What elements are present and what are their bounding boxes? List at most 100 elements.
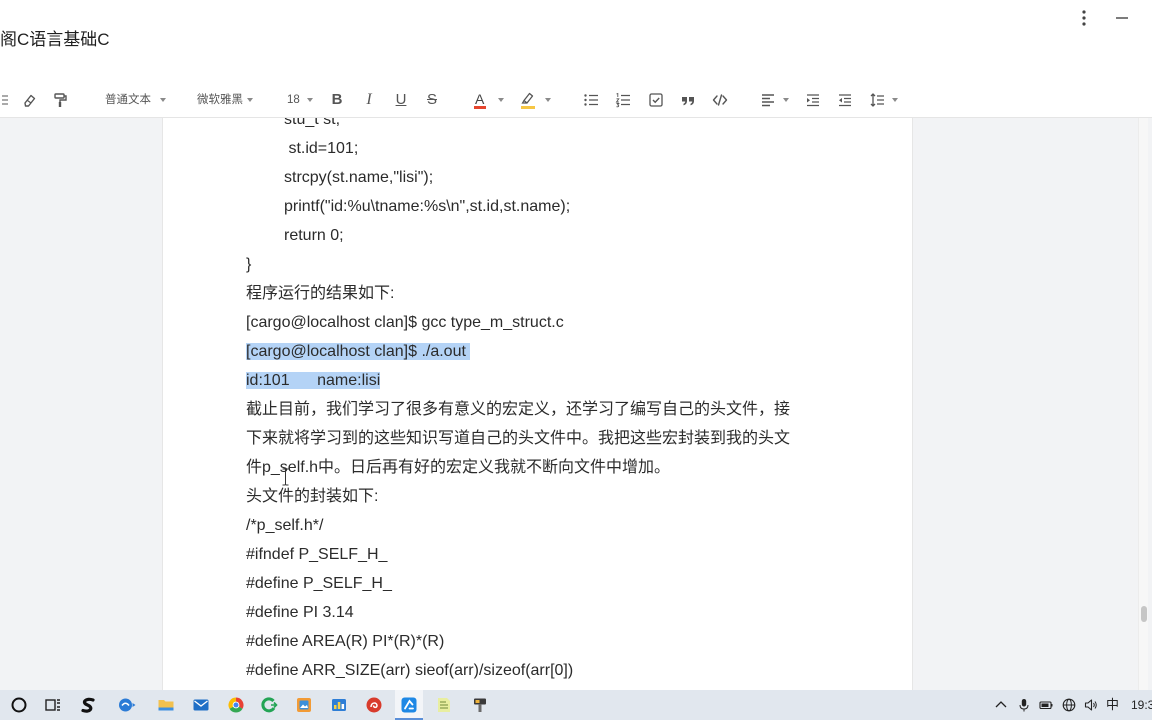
paragraph-line[interactable]: #define PI 3.14 (246, 598, 886, 627)
selected-text: id:101 name:lisi (246, 372, 381, 389)
s-app-icon[interactable] (77, 694, 99, 716)
highlighter-icon (520, 91, 536, 109)
microphone-icon[interactable] (1017, 698, 1031, 712)
taskbar: 中 19:3 (0, 690, 1152, 720)
code-icon[interactable] (708, 88, 732, 112)
line-spacing-icon[interactable] (865, 88, 889, 112)
paragraph-line[interactable]: #define AREA(R) PI*(R)*(R) (246, 627, 886, 656)
file-explorer-icon[interactable] (155, 694, 177, 716)
paragraph-line[interactable]: #define ARR_SIZE(arr) sieof(arr)/sizeof(… (246, 656, 886, 685)
indent-icon[interactable] (801, 88, 825, 112)
taskbar-clock[interactable]: 19:3 (1131, 698, 1152, 713)
list-icon[interactable] (0, 88, 12, 112)
line-text: /*p_self.h*/ (246, 517, 324, 534)
paragraph-line[interactable]: printf("id:%u\tname:%s\n",st.id,st.name)… (246, 192, 886, 221)
line-text: #define AREA(R) PI*(R)*(R) (246, 633, 445, 650)
paragraph-line[interactable]: 下来就将学习到的这些知识写道自己的头文件中。我把这些宏封装到我的头文 (246, 424, 886, 453)
line-text: printf("id:%u\tname:%s\n",st.id,st.name)… (284, 198, 571, 215)
chevron-down-icon (160, 98, 166, 102)
outdent-icon[interactable] (833, 88, 857, 112)
italic-icon: I (366, 91, 372, 108)
line-text: #define P_SELF_H_ (246, 575, 392, 592)
font-color-chevron-down-icon[interactable] (498, 98, 504, 102)
minimize-icon[interactable] (1114, 8, 1130, 28)
browser-icon[interactable] (116, 694, 138, 716)
paragraph-line[interactable]: 截止目前，我们学习了很多有意义的宏定义，还学习了编写自己的头文件，接 (246, 395, 886, 424)
paragraph-line[interactable]: return 0; (246, 221, 886, 250)
document-page[interactable]: stu_t st; st.id=101; strcpy(st.name,"lis… (162, 118, 913, 690)
font-color-button[interactable]: A (468, 88, 492, 112)
mail-icon[interactable] (190, 694, 212, 716)
quote-icon[interactable] (676, 88, 700, 112)
format-painter-icon[interactable] (48, 88, 72, 112)
ime-indicator[interactable]: 中 (1106, 697, 1119, 713)
paragraph-style-dropdown[interactable]: 普通文本 (105, 82, 167, 118)
document-body[interactable]: stu_t st; st.id=101; strcpy(st.name,"lis… (246, 118, 886, 685)
tool-app-icon[interactable] (469, 694, 491, 716)
chevron-up-icon[interactable] (994, 698, 1008, 712)
checklist-icon[interactable] (644, 88, 668, 112)
paragraph-line[interactable]: 件p_self.h中。日后再有好的宏定义我就不断向文件中增加。 (246, 453, 886, 482)
paragraph-line[interactable]: #define P_SELF_H_ (246, 569, 886, 598)
text-cursor-icon (282, 468, 289, 486)
document-viewport: stu_t st; st.id=101; strcpy(st.name,"lis… (0, 118, 1152, 690)
green-app-icon[interactable] (258, 694, 280, 716)
line-text: #define PI 3.14 (246, 604, 354, 621)
chart-app-icon[interactable] (328, 694, 350, 716)
font-color-icon: A (473, 91, 487, 109)
align-left-icon[interactable] (756, 88, 780, 112)
font-family-dropdown[interactable]: 微软雅黑 (197, 82, 255, 118)
red-app-icon[interactable] (363, 694, 385, 716)
task-view-icon[interactable] (42, 694, 64, 716)
highlight-chevron-down-icon[interactable] (545, 98, 551, 102)
paragraph-line[interactable]: strcpy(st.name,"lisi"); (246, 163, 886, 192)
blue-app-icon[interactable] (398, 694, 420, 716)
italic-button[interactable]: I (357, 88, 381, 112)
eraser-icon[interactable] (17, 88, 41, 112)
strikethrough-icon: S (426, 91, 437, 108)
line-text: #define ARR_SIZE(arr) sieof(arr)/sizeof(… (246, 662, 574, 679)
paragraph-line[interactable]: stu_t st; (246, 118, 886, 134)
paragraph-line[interactable]: #ifndef P_SELF_H_ (246, 540, 886, 569)
line-text: st.id=101; (284, 140, 359, 157)
paragraph-line[interactable]: } (246, 250, 886, 279)
paragraph-line[interactable]: 程序运行的结果如下: (246, 279, 886, 308)
paragraph-line[interactable]: 头文件的封装如下: (246, 482, 886, 511)
line-text: stu_t st; (284, 118, 341, 128)
bold-icon: B (331, 91, 343, 108)
vertical-scrollbar[interactable] (1138, 118, 1148, 690)
bold-button[interactable]: B (325, 88, 349, 112)
line-spacing-chevron-down-icon[interactable] (892, 98, 898, 102)
underline-icon: U (395, 91, 407, 108)
paragraph-line[interactable]: /*p_self.h*/ (246, 511, 886, 540)
chevron-down-icon (307, 98, 313, 102)
line-text: } (246, 256, 252, 273)
battery-icon[interactable] (1039, 698, 1053, 712)
document-title[interactable]: 阁C语言基础C (0, 29, 110, 51)
notes-app-icon[interactable] (433, 694, 455, 716)
underline-button[interactable]: U (389, 88, 413, 112)
selected-text: [cargo@localhost clan]$ ./a.out (246, 343, 471, 360)
align-chevron-down-icon[interactable] (783, 98, 789, 102)
image-app-icon[interactable] (293, 694, 315, 716)
bullet-list-icon[interactable] (579, 88, 603, 112)
more-vertical-icon[interactable] (1076, 8, 1092, 28)
line-text: #ifndef P_SELF_H_ (246, 546, 388, 563)
speaker-icon[interactable] (1084, 698, 1098, 712)
network-globe-icon[interactable] (1062, 698, 1076, 712)
line-text: 截止目前，我们学习了很多有意义的宏定义，还学习了编写自己的头文件，接 (246, 401, 791, 418)
numbered-list-icon[interactable] (611, 88, 635, 112)
paragraph-line-selected[interactable]: [cargo@localhost clan]$ ./a.out (246, 337, 886, 366)
highlight-button[interactable] (516, 88, 540, 112)
font-family-value: 微软雅黑 (197, 94, 243, 106)
scrollbar-thumb[interactable] (1141, 606, 1147, 622)
font-size-dropdown[interactable]: 18 (287, 82, 313, 118)
strikethrough-button[interactable]: S (420, 88, 444, 112)
chrome-icon[interactable] (225, 694, 247, 716)
cortana-icon[interactable] (8, 694, 30, 716)
paragraph-style-value: 普通文本 (105, 94, 151, 106)
paragraph-line[interactable]: [cargo@localhost clan]$ gcc type_m_struc… (246, 308, 886, 337)
paragraph-line-selected[interactable]: id:101 name:lisi (246, 366, 886, 395)
paragraph-line[interactable]: st.id=101; (246, 134, 886, 163)
line-text: [cargo@localhost clan]$ gcc type_m_struc… (246, 314, 564, 331)
